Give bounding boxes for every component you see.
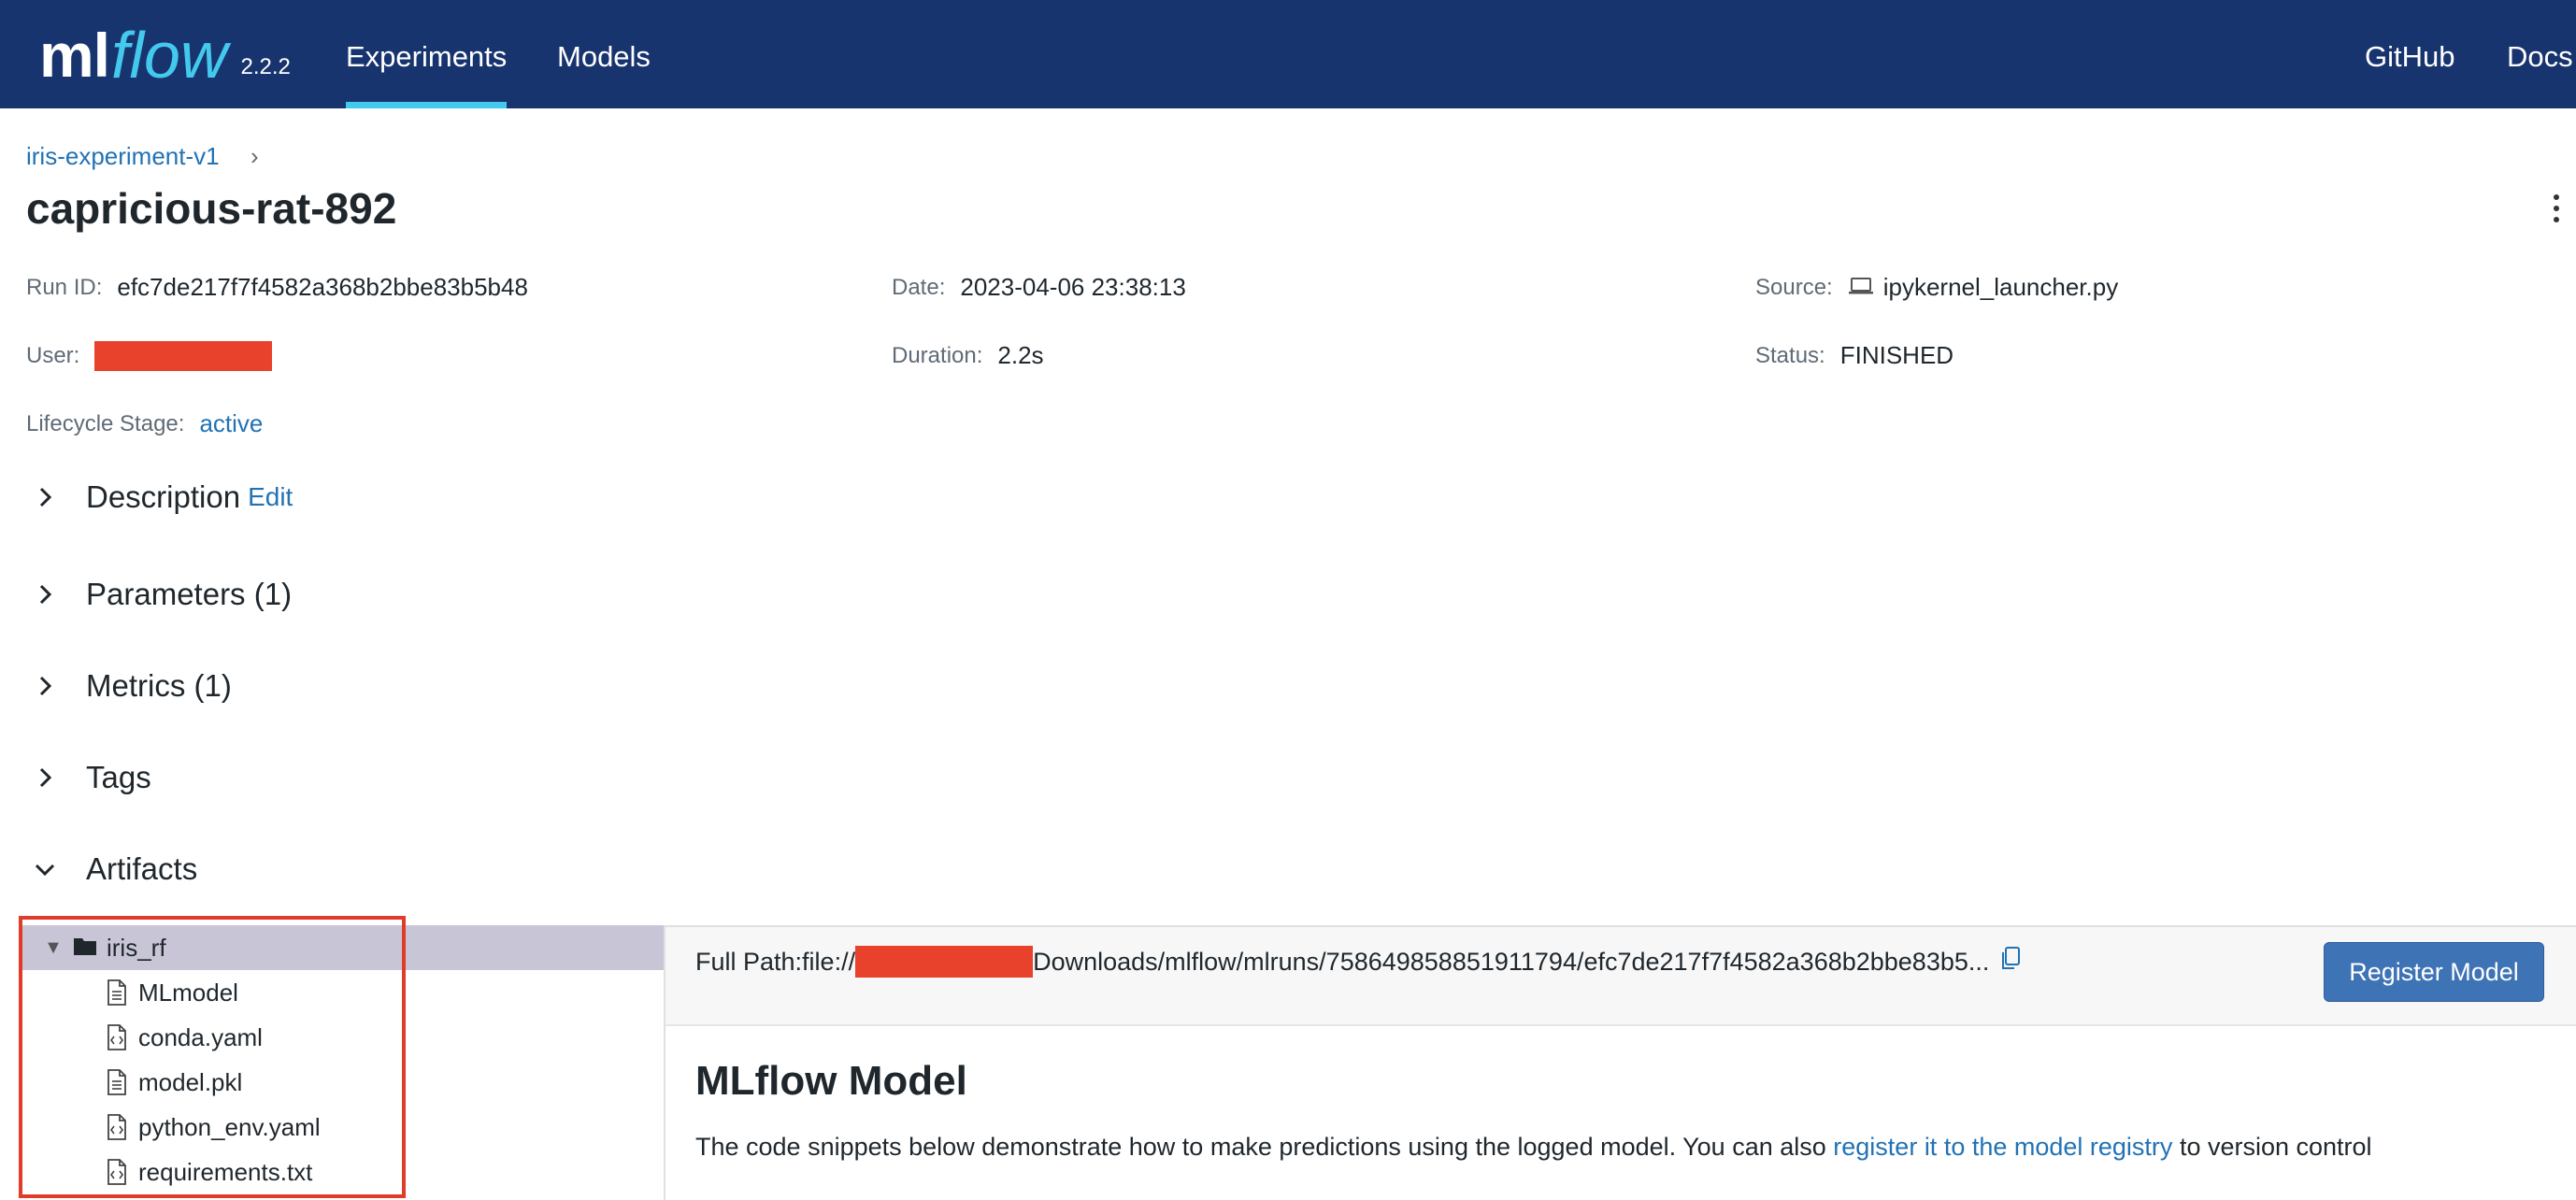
user-label: User:: [26, 343, 80, 368]
metrics-title: Metrics (1): [86, 668, 232, 703]
artifacts-title: Artifacts: [86, 851, 198, 886]
breadcrumb-chevron-icon: ›: [250, 142, 259, 170]
status-value: FINISHED: [1839, 341, 1954, 369]
duration-value: 2.2s: [997, 341, 1044, 369]
model-desc-text-end: to version control: [2172, 1133, 2372, 1161]
chevron-right-icon[interactable]: [26, 576, 65, 613]
more-options-icon[interactable]: [2552, 194, 2561, 226]
version-label: 2.2.2: [240, 54, 291, 79]
user-field: User:: [26, 341, 273, 371]
laptop-icon: [1848, 273, 1874, 302]
duration-field: Duration: 2.2s: [892, 341, 1044, 370]
run-id-value: efc7de217f7f4582a368b2bbe83b5b48: [117, 273, 528, 301]
description-title: Description: [86, 479, 241, 514]
annotation-highlight-box: [19, 916, 406, 1198]
mlflow-logo[interactable]: ml flow 2.2.2: [39, 13, 291, 97]
date-label: Date:: [892, 274, 946, 300]
full-path: Full Path:file:// Downloads/mlflow/mlrun…: [695, 946, 2021, 978]
logo-ml-text: ml: [39, 21, 110, 90]
source-value[interactable]: ipykernel_launcher.py: [1883, 273, 2119, 302]
model-desc-text: The code snippets below demonstrate how …: [695, 1133, 1834, 1161]
duration-label: Duration:: [892, 342, 983, 368]
lifecycle-field: Lifecycle Stage: active: [26, 409, 263, 438]
chevron-right-icon[interactable]: [26, 667, 65, 705]
metrics-section-header[interactable]: Metrics (1): [26, 667, 232, 705]
source-label: Source:: [1755, 274, 1833, 300]
artifact-viewer: Full Path:file:// Downloads/mlflow/mlrun…: [664, 925, 2576, 1200]
full-path-suffix: Downloads/mlflow/mlruns/7586498588519117…: [1033, 947, 1990, 976]
model-registry-link[interactable]: register it to the model registry: [1833, 1133, 2172, 1161]
nav-models[interactable]: Models: [557, 0, 651, 108]
lifecycle-label: Lifecycle Stage:: [26, 410, 185, 436]
tags-title: Tags: [86, 760, 151, 794]
copy-icon[interactable]: [2000, 946, 2021, 978]
model-title: MLflow Model: [695, 1058, 967, 1104]
run-id-field: Run ID: efc7de217f7f4582a368b2bbe83b5b48: [26, 273, 528, 302]
nav-github[interactable]: GitHub: [2365, 0, 2454, 108]
register-model-button[interactable]: Register Model: [2324, 942, 2544, 1002]
description-section-header[interactable]: Description Edit: [26, 479, 293, 516]
run-title: capricious-rat-892: [26, 184, 397, 233]
user-redaction: [94, 341, 273, 371]
parameters-title: Parameters (1): [86, 577, 293, 611]
run-id-label: Run ID:: [26, 274, 103, 300]
parameters-section-header[interactable]: Parameters (1): [26, 576, 292, 613]
artifact-path-bar: Full Path:file:// Downloads/mlflow/mlrun…: [665, 927, 2576, 1026]
date-value: 2023-04-06 23:38:13: [960, 273, 1186, 301]
path-redaction: [855, 946, 1034, 978]
top-navigation-bar: ml flow 2.2.2 Experiments Models GitHub …: [0, 0, 2576, 108]
date-field: Date: 2023-04-06 23:38:13: [892, 273, 1186, 302]
nav-docs[interactable]: Docs: [2507, 0, 2573, 108]
chevron-right-icon[interactable]: [26, 759, 65, 796]
artifacts-section-header[interactable]: Artifacts: [26, 850, 197, 888]
status-field: Status: FINISHED: [1755, 341, 1953, 370]
lifecycle-value: active: [199, 409, 264, 437]
model-description: The code snippets below demonstrate how …: [695, 1133, 2372, 1162]
edit-description-link[interactable]: Edit: [248, 482, 293, 512]
breadcrumb-experiment-link[interactable]: iris-experiment-v1: [26, 142, 220, 171]
tags-section-header[interactable]: Tags: [26, 759, 151, 796]
chevron-right-icon[interactable]: [26, 479, 65, 516]
full-path-prefix: Full Path:file://: [695, 947, 856, 976]
nav-experiments[interactable]: Experiments: [346, 0, 508, 108]
logo-flow-text: flow: [111, 19, 228, 92]
source-field: Source: ipykernel_launcher.py: [1755, 273, 2118, 302]
status-label: Status:: [1755, 342, 1825, 368]
chevron-down-icon[interactable]: [26, 850, 65, 888]
